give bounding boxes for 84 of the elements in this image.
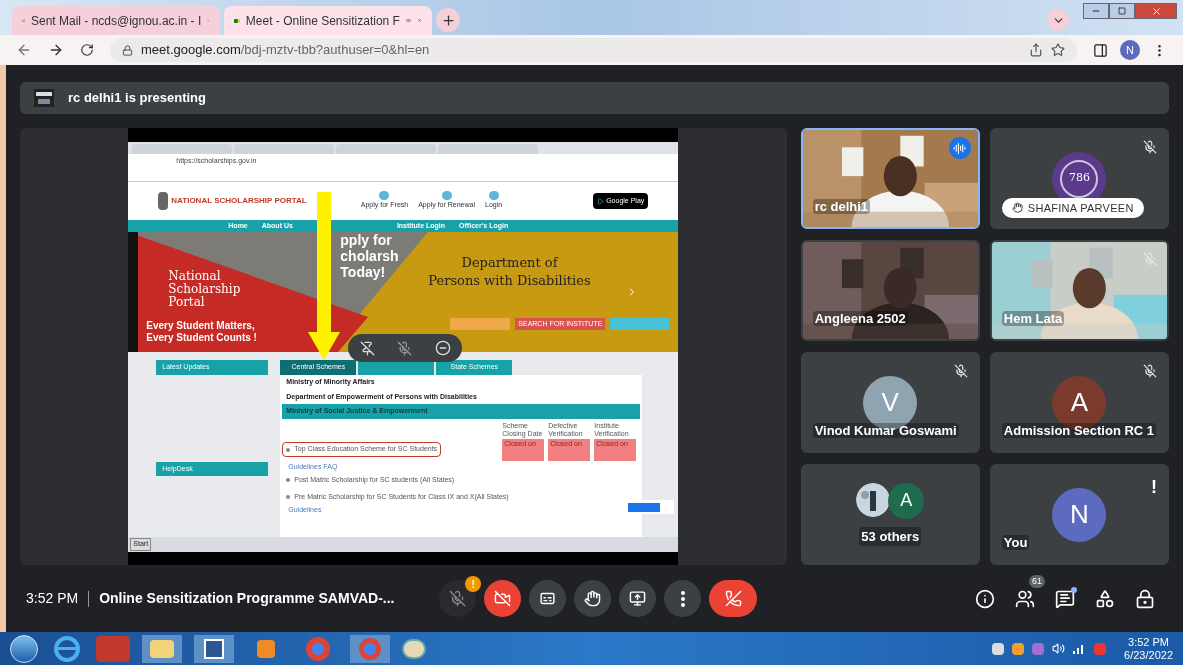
banner-text: cholarsh [340,248,399,264]
address-bar[interactable]: meet.google.com/bdj-mztv-tbb?authuser=0&hl=en [110,38,1077,62]
chat-icon[interactable] [1055,588,1075,609]
banner-text: Portal [168,296,205,309]
banner-text: National [168,270,222,283]
new-tab-button[interactable] [436,8,460,32]
avatar: N [1052,487,1107,542]
more-icon [680,590,685,607]
maximize-icon [1118,7,1126,15]
slogan-text: Every Student Counts ! [146,332,257,344]
activities-icon[interactable] [1095,588,1115,609]
avatar: A [888,482,925,519]
forward-icon[interactable] [48,42,64,58]
people-count: 61 [1029,574,1045,588]
muted-mic-icon [1143,252,1157,266]
stop-sharing-button[interactable] [628,502,661,512]
banner-heading: Persons with Disabilities [428,272,591,290]
mic-button[interactable] [439,580,477,617]
browser-tab[interactable]: Sent Mail - ncds@ignou.ac.in - I [12,6,220,35]
close-icon [1150,5,1162,17]
slogan-text: Every Student Matters, [146,320,256,332]
people-icon[interactable] [1015,588,1035,609]
remove-icon[interactable] [434,340,451,356]
taskbar-date: 6/23/2022 [1124,648,1173,662]
tray-icon [1032,642,1045,655]
camera-off-icon [494,590,512,607]
folder-icon[interactable] [142,634,182,663]
link-icon [441,191,452,201]
document-icon[interactable] [194,634,234,663]
banner-text: Scholarship [168,283,241,296]
banner-heading: Department of [461,254,558,272]
tray-icon [1012,642,1025,655]
captions-icon [539,590,557,607]
raise-hand-button[interactable] [574,580,612,617]
info-icon[interactable] [975,588,995,609]
hand-icon [584,590,602,607]
alert-mark: ! [1151,476,1157,499]
maximize-button[interactable] [1109,3,1135,19]
more-options-button[interactable] [664,580,702,617]
banner-text: Today! [340,264,386,280]
raised-hand-chip: SHAFINA PARVEEN [1001,197,1144,218]
host-controls-icon[interactable] [1135,588,1155,609]
link-icon [488,191,499,201]
start-orb-icon[interactable] [10,634,38,663]
participant-name: Hem Lata [1001,311,1065,326]
back-icon[interactable] [16,42,32,58]
volume-icon[interactable] [1052,642,1066,655]
present-screen-icon [629,590,647,607]
unpin-icon[interactable] [359,340,375,356]
present-button[interactable] [619,580,657,617]
browser-tab[interactable]: Meet - Online Sensitization F [224,6,432,35]
participant-name: You [1001,535,1030,550]
tray-icon [992,642,1005,655]
camera-button[interactable] [484,580,522,617]
profile-avatar[interactable]: N [1120,40,1140,60]
plus-icon [440,12,456,28]
tab-search-button[interactable] [1047,9,1069,31]
play-icon [597,197,605,205]
presenting-bar: rc delhi1 is presenting [20,82,1169,114]
captions-button[interactable] [529,580,567,617]
warning-badge: ! [465,576,482,592]
side-panel-icon[interactable] [1093,42,1108,58]
lock-icon [122,44,133,56]
hang-up-icon [724,590,742,607]
reload-icon[interactable] [80,43,94,57]
participant-name: Angleena 2502 [812,311,908,326]
mic-off-icon [449,590,467,607]
participant-name: rc delhi1 [812,199,871,214]
mute-icon[interactable] [397,340,413,356]
leave-call-button[interactable] [709,580,758,617]
site-title: NATIONAL SCHOLARSHIP PORTAL [171,195,307,207]
share-icon[interactable] [1029,43,1043,57]
meeting-time: 3:52 PM [26,589,79,608]
participant-name: 53 others [859,526,922,547]
muted-mic-icon [1143,140,1157,154]
hand-icon [1011,202,1023,214]
meeting-title: Online Sensitization Programme SAMVAD-... [99,589,396,608]
bookmark-star-icon[interactable] [1051,43,1065,57]
banner-text: pply for [340,232,392,248]
muted-mic-icon [953,364,968,378]
muted-mic-icon [1143,364,1157,378]
minimize-button[interactable] [1083,3,1109,19]
link-icon [379,191,390,201]
taskbar-time: 3:52 PM [1128,635,1169,649]
